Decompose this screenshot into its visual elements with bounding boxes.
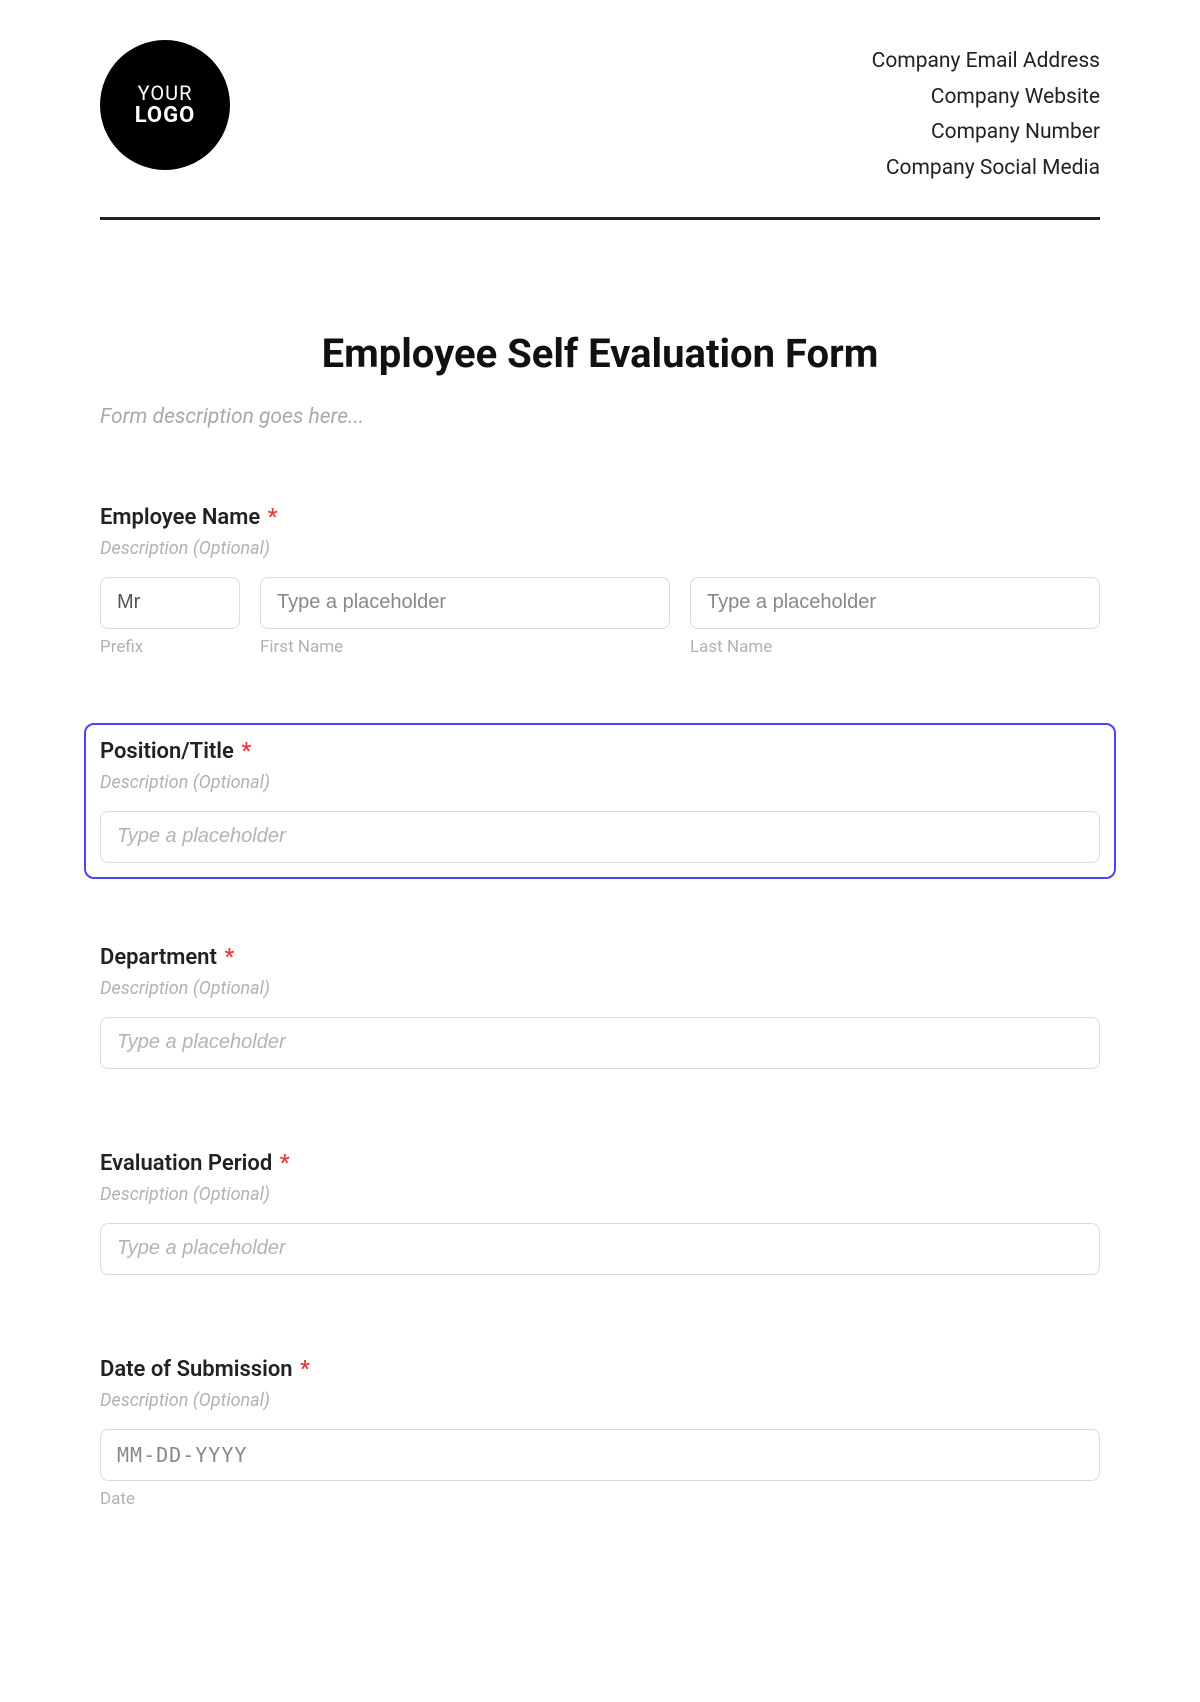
desc-position-title[interactable]: Description (Optional) [100,772,1100,793]
label-date-of-submission: Date of Submission * [100,1357,1100,1382]
required-mark: * [300,1357,310,1382]
field-employee-name[interactable]: Employee Name * Description (Optional) P… [84,489,1116,673]
label-employee-name: Employee Name * [100,505,1100,530]
company-info-block: Company Email Address Company Website Co… [872,40,1100,187]
company-number-line: Company Number [872,115,1100,151]
logo-text-line1: YOUR [138,82,193,104]
header-divider [100,217,1100,220]
field-date-of-submission[interactable]: Date of Submission * Description (Option… [84,1341,1116,1525]
label-text-department: Department [100,945,217,970]
page-header: YOUR LOGO Company Email Address Company … [100,40,1100,217]
label-text-evaluation-period: Evaluation Period [100,1151,272,1176]
form-page: YOUR LOGO Company Email Address Company … [0,0,1200,1655]
department-input[interactable] [100,1017,1100,1069]
prefix-input[interactable] [100,577,240,629]
logo-text-line2: LOGO [135,104,196,128]
last-name-column: Last Name [690,577,1100,657]
position-title-input[interactable] [100,811,1100,863]
company-email-line: Company Email Address [872,44,1100,80]
required-mark: * [280,1151,290,1176]
desc-employee-name[interactable]: Description (Optional) [100,538,1100,559]
desc-date-of-submission[interactable]: Description (Optional) [100,1390,1100,1411]
required-mark: * [268,505,278,530]
label-text-date-of-submission: Date of Submission [100,1357,293,1382]
first-name-sublabel: First Name [260,637,670,657]
company-social-line: Company Social Media [872,151,1100,187]
label-text-position: Position/Title [100,739,234,764]
desc-evaluation-period[interactable]: Description (Optional) [100,1184,1100,1205]
label-evaluation-period: Evaluation Period * [100,1151,1100,1176]
label-position-title: Position/Title * [100,739,1100,764]
first-name-column: First Name [260,577,670,657]
evaluation-period-input[interactable] [100,1223,1100,1275]
label-department: Department * [100,945,1100,970]
employee-name-row: Prefix First Name Last Name [100,577,1100,657]
field-department[interactable]: Department * Description (Optional) [84,929,1116,1085]
required-mark: * [224,945,234,970]
last-name-input[interactable] [690,577,1100,629]
prefix-sublabel: Prefix [100,637,240,657]
logo-placeholder: YOUR LOGO [100,40,230,170]
first-name-input[interactable] [260,577,670,629]
last-name-sublabel: Last Name [690,637,1100,657]
label-text-employee-name: Employee Name [100,505,260,530]
company-website-line: Company Website [872,80,1100,116]
form-description[interactable]: Form description goes here... [100,405,1100,429]
form-title: Employee Self Evaluation Form [100,330,1100,377]
date-sublabel: Date [100,1489,1100,1509]
field-position-title[interactable]: Position/Title * Description (Optional) [84,723,1116,879]
date-of-submission-input[interactable] [100,1429,1100,1481]
field-evaluation-period[interactable]: Evaluation Period * Description (Optiona… [84,1135,1116,1291]
prefix-column: Prefix [100,577,240,657]
required-mark: * [241,739,251,764]
desc-department[interactable]: Description (Optional) [100,978,1100,999]
